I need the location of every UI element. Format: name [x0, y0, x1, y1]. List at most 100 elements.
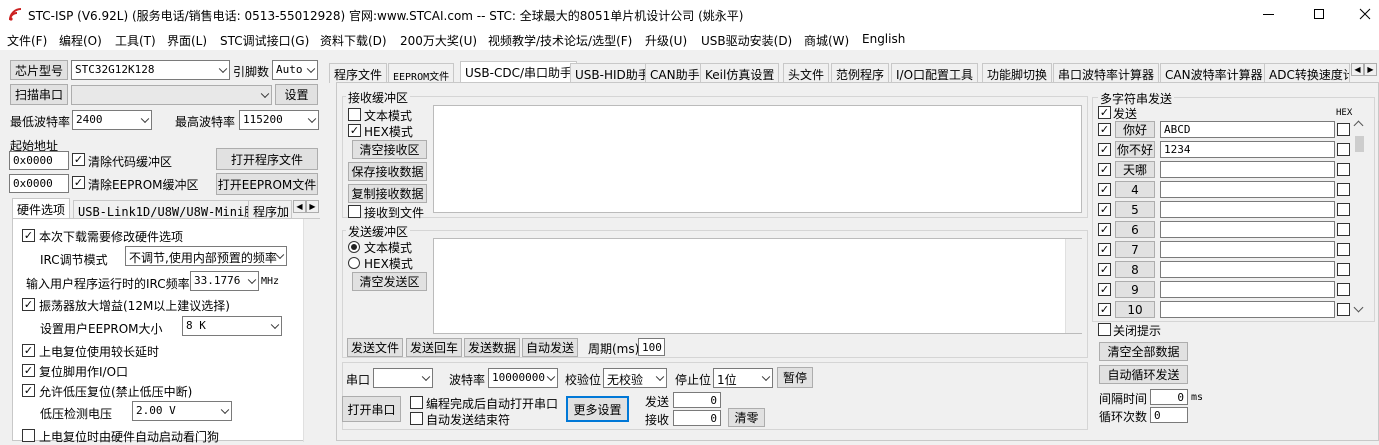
multi-row-hex-checkbox[interactable]: [1337, 183, 1350, 196]
irc-mode-select[interactable]: 不调节,使用内部预置的频率: [125, 246, 287, 266]
multi-row-text-input[interactable]: [1160, 221, 1335, 238]
multi-row-send-button[interactable]: 你不好: [1115, 141, 1155, 158]
multi-row-send-checkbox[interactable]: ✓: [1098, 183, 1111, 196]
open-eeprom-button[interactable]: 打开EEPROM文件: [216, 173, 318, 195]
open-serial-button[interactable]: 打开串口: [342, 396, 401, 422]
multi-row-send-checkbox[interactable]: ✓: [1098, 223, 1111, 236]
multi-row-hex-checkbox[interactable]: [1337, 203, 1350, 216]
chip-type-select[interactable]: STC32G12K128: [71, 60, 230, 80]
serial-baud-select[interactable]: 10000000: [488, 368, 558, 388]
clear-code-checkbox[interactable]: ✓: [72, 153, 85, 166]
multi-row-send-button[interactable]: 7: [1115, 241, 1155, 258]
multi-row-hex-checkbox[interactable]: [1337, 243, 1350, 256]
multi-row-text-input[interactable]: ABCD: [1160, 121, 1335, 138]
menu-interface[interactable]: 界面(L): [167, 32, 207, 49]
menu-tools[interactable]: 工具(T): [115, 32, 156, 49]
period-input[interactable]: 100: [638, 338, 665, 356]
scroll-thumb[interactable]: [1355, 136, 1364, 152]
multi-row-send-checkbox[interactable]: ✓: [1098, 283, 1111, 296]
max-baud-select[interactable]: 115200: [239, 110, 319, 130]
loop-count-input[interactable]: 0: [1150, 407, 1188, 423]
tab-program-file[interactable]: 程序文件: [329, 63, 388, 83]
tab-header-file[interactable]: 头文件: [783, 63, 830, 83]
menu-video[interactable]: 视频教学/技术论坛/选型(F): [488, 32, 632, 49]
multi-row-hex-checkbox[interactable]: [1337, 223, 1350, 236]
multi-row-text-input[interactable]: [1160, 241, 1335, 258]
tab-examples[interactable]: 范例程序: [831, 63, 890, 83]
auto-loop-send-button[interactable]: 自动循环发送: [1099, 365, 1188, 384]
receive-buffer-textarea[interactable]: [433, 105, 1082, 213]
clear-send-button[interactable]: 清空发送区: [352, 272, 427, 291]
multi-send-all-checkbox[interactable]: ✓: [1098, 106, 1111, 119]
multi-row-hex-checkbox[interactable]: [1337, 303, 1350, 316]
tab-usb-cdc[interactable]: USB-CDC/串口助手: [460, 61, 578, 83]
multi-row-text-input[interactable]: [1160, 301, 1335, 318]
copy-receive-button[interactable]: 复制接收数据: [348, 184, 427, 203]
lvr-checkbox[interactable]: ✓: [22, 384, 35, 397]
multi-row-send-button[interactable]: 10: [1115, 301, 1155, 318]
receive-hex-mode-checkbox[interactable]: ✓: [348, 124, 361, 137]
port-select[interactable]: [71, 85, 272, 105]
multi-scrollbar[interactable]: [1352, 118, 1367, 318]
menu-usb-driver[interactable]: USB驱动安装(D): [701, 32, 792, 49]
main-tab-scroll-left-icon[interactable]: ◀: [1351, 63, 1364, 76]
tab-pin-switch[interactable]: 功能脚切换: [982, 63, 1053, 83]
hardware-scrollbar[interactable]: [303, 219, 320, 442]
pin-count-select[interactable]: Auto: [272, 60, 318, 80]
multi-row-text-input[interactable]: [1160, 161, 1335, 178]
pause-button[interactable]: 暂停: [777, 367, 813, 388]
scan-port-button[interactable]: 扫描串口: [10, 84, 68, 105]
multi-row-text-input[interactable]: [1160, 281, 1335, 298]
send-file-button[interactable]: 发送文件: [347, 338, 403, 357]
auto-open-checkbox[interactable]: [410, 396, 423, 409]
settings-button[interactable]: 设置: [275, 84, 318, 105]
send-scrollbar[interactable]: [1065, 239, 1082, 333]
auto-send-button[interactable]: 自动发送: [522, 338, 578, 357]
menu-english[interactable]: English: [862, 32, 905, 46]
reset-pin-checkbox[interactable]: ✓: [22, 364, 35, 377]
multi-row-send-button[interactable]: 5: [1115, 201, 1155, 218]
tab-can-baud-calc[interactable]: CAN波特率计算器: [1160, 63, 1268, 83]
tab-scroll-left-icon[interactable]: ◀: [293, 200, 306, 213]
tab-hardware-options[interactable]: 硬件选项: [12, 198, 71, 219]
modify-hw-checkbox[interactable]: ✓: [22, 229, 35, 242]
send-enter-button[interactable]: 发送回车: [406, 338, 462, 357]
multi-row-send-checkbox[interactable]: ✓: [1098, 303, 1111, 316]
multi-row-text-input[interactable]: [1160, 261, 1335, 278]
scroll-up-icon[interactable]: [1353, 120, 1364, 131]
wdt-checkbox[interactable]: [22, 429, 35, 442]
minimize-icon[interactable]: [1263, 14, 1274, 15]
serial-stop-select[interactable]: 1位: [713, 368, 773, 388]
multi-row-send-button[interactable]: 天哪: [1115, 161, 1155, 178]
auto-close-checkbox[interactable]: [410, 412, 423, 425]
multi-row-send-checkbox[interactable]: ✓: [1098, 143, 1111, 156]
osc-gain-checkbox[interactable]: ✓: [22, 298, 35, 311]
tab-usb-link[interactable]: USB-Link1D/U8W/U8W-Mini脱机: [73, 200, 274, 219]
menu-upgrade[interactable]: 升级(U): [645, 32, 687, 49]
send-data-button[interactable]: 发送数据: [464, 338, 520, 357]
multi-row-hex-checkbox[interactable]: [1337, 163, 1350, 176]
multi-row-send-button[interactable]: 6: [1115, 221, 1155, 238]
maximize-icon[interactable]: [1314, 9, 1324, 19]
chip-type-button[interactable]: 芯片型号: [10, 60, 68, 80]
clear-receive-button[interactable]: 清空接收区: [352, 140, 427, 159]
multi-row-hex-checkbox[interactable]: [1337, 123, 1350, 136]
menu-file[interactable]: 文件(F): [7, 32, 47, 49]
menu-program[interactable]: 编程(O): [59, 32, 102, 49]
multi-row-text-input[interactable]: [1160, 181, 1335, 198]
tab-can[interactable]: CAN助手: [645, 63, 705, 83]
multi-row-send-button[interactable]: 4: [1115, 181, 1155, 198]
tab-baud-calc[interactable]: 串口波特率计算器: [1053, 63, 1160, 83]
tab-usb-hid[interactable]: USB-HID助手: [570, 63, 655, 83]
menu-download[interactable]: 资料下载(D): [320, 32, 387, 49]
multi-row-text-input[interactable]: [1160, 201, 1335, 218]
tab-program-add[interactable]: 程序加: [248, 200, 292, 219]
close-icon[interactable]: [1355, 4, 1375, 24]
close-hint-checkbox[interactable]: [1098, 323, 1111, 336]
code-addr-input[interactable]: 0x0000: [9, 151, 69, 170]
power-delay-checkbox[interactable]: ✓: [22, 344, 35, 357]
clear-eeprom-checkbox[interactable]: ✓: [72, 176, 85, 189]
send-hex-mode-radio[interactable]: [348, 257, 360, 269]
multi-row-hex-checkbox[interactable]: [1337, 263, 1350, 276]
serial-port-select[interactable]: [373, 368, 433, 388]
